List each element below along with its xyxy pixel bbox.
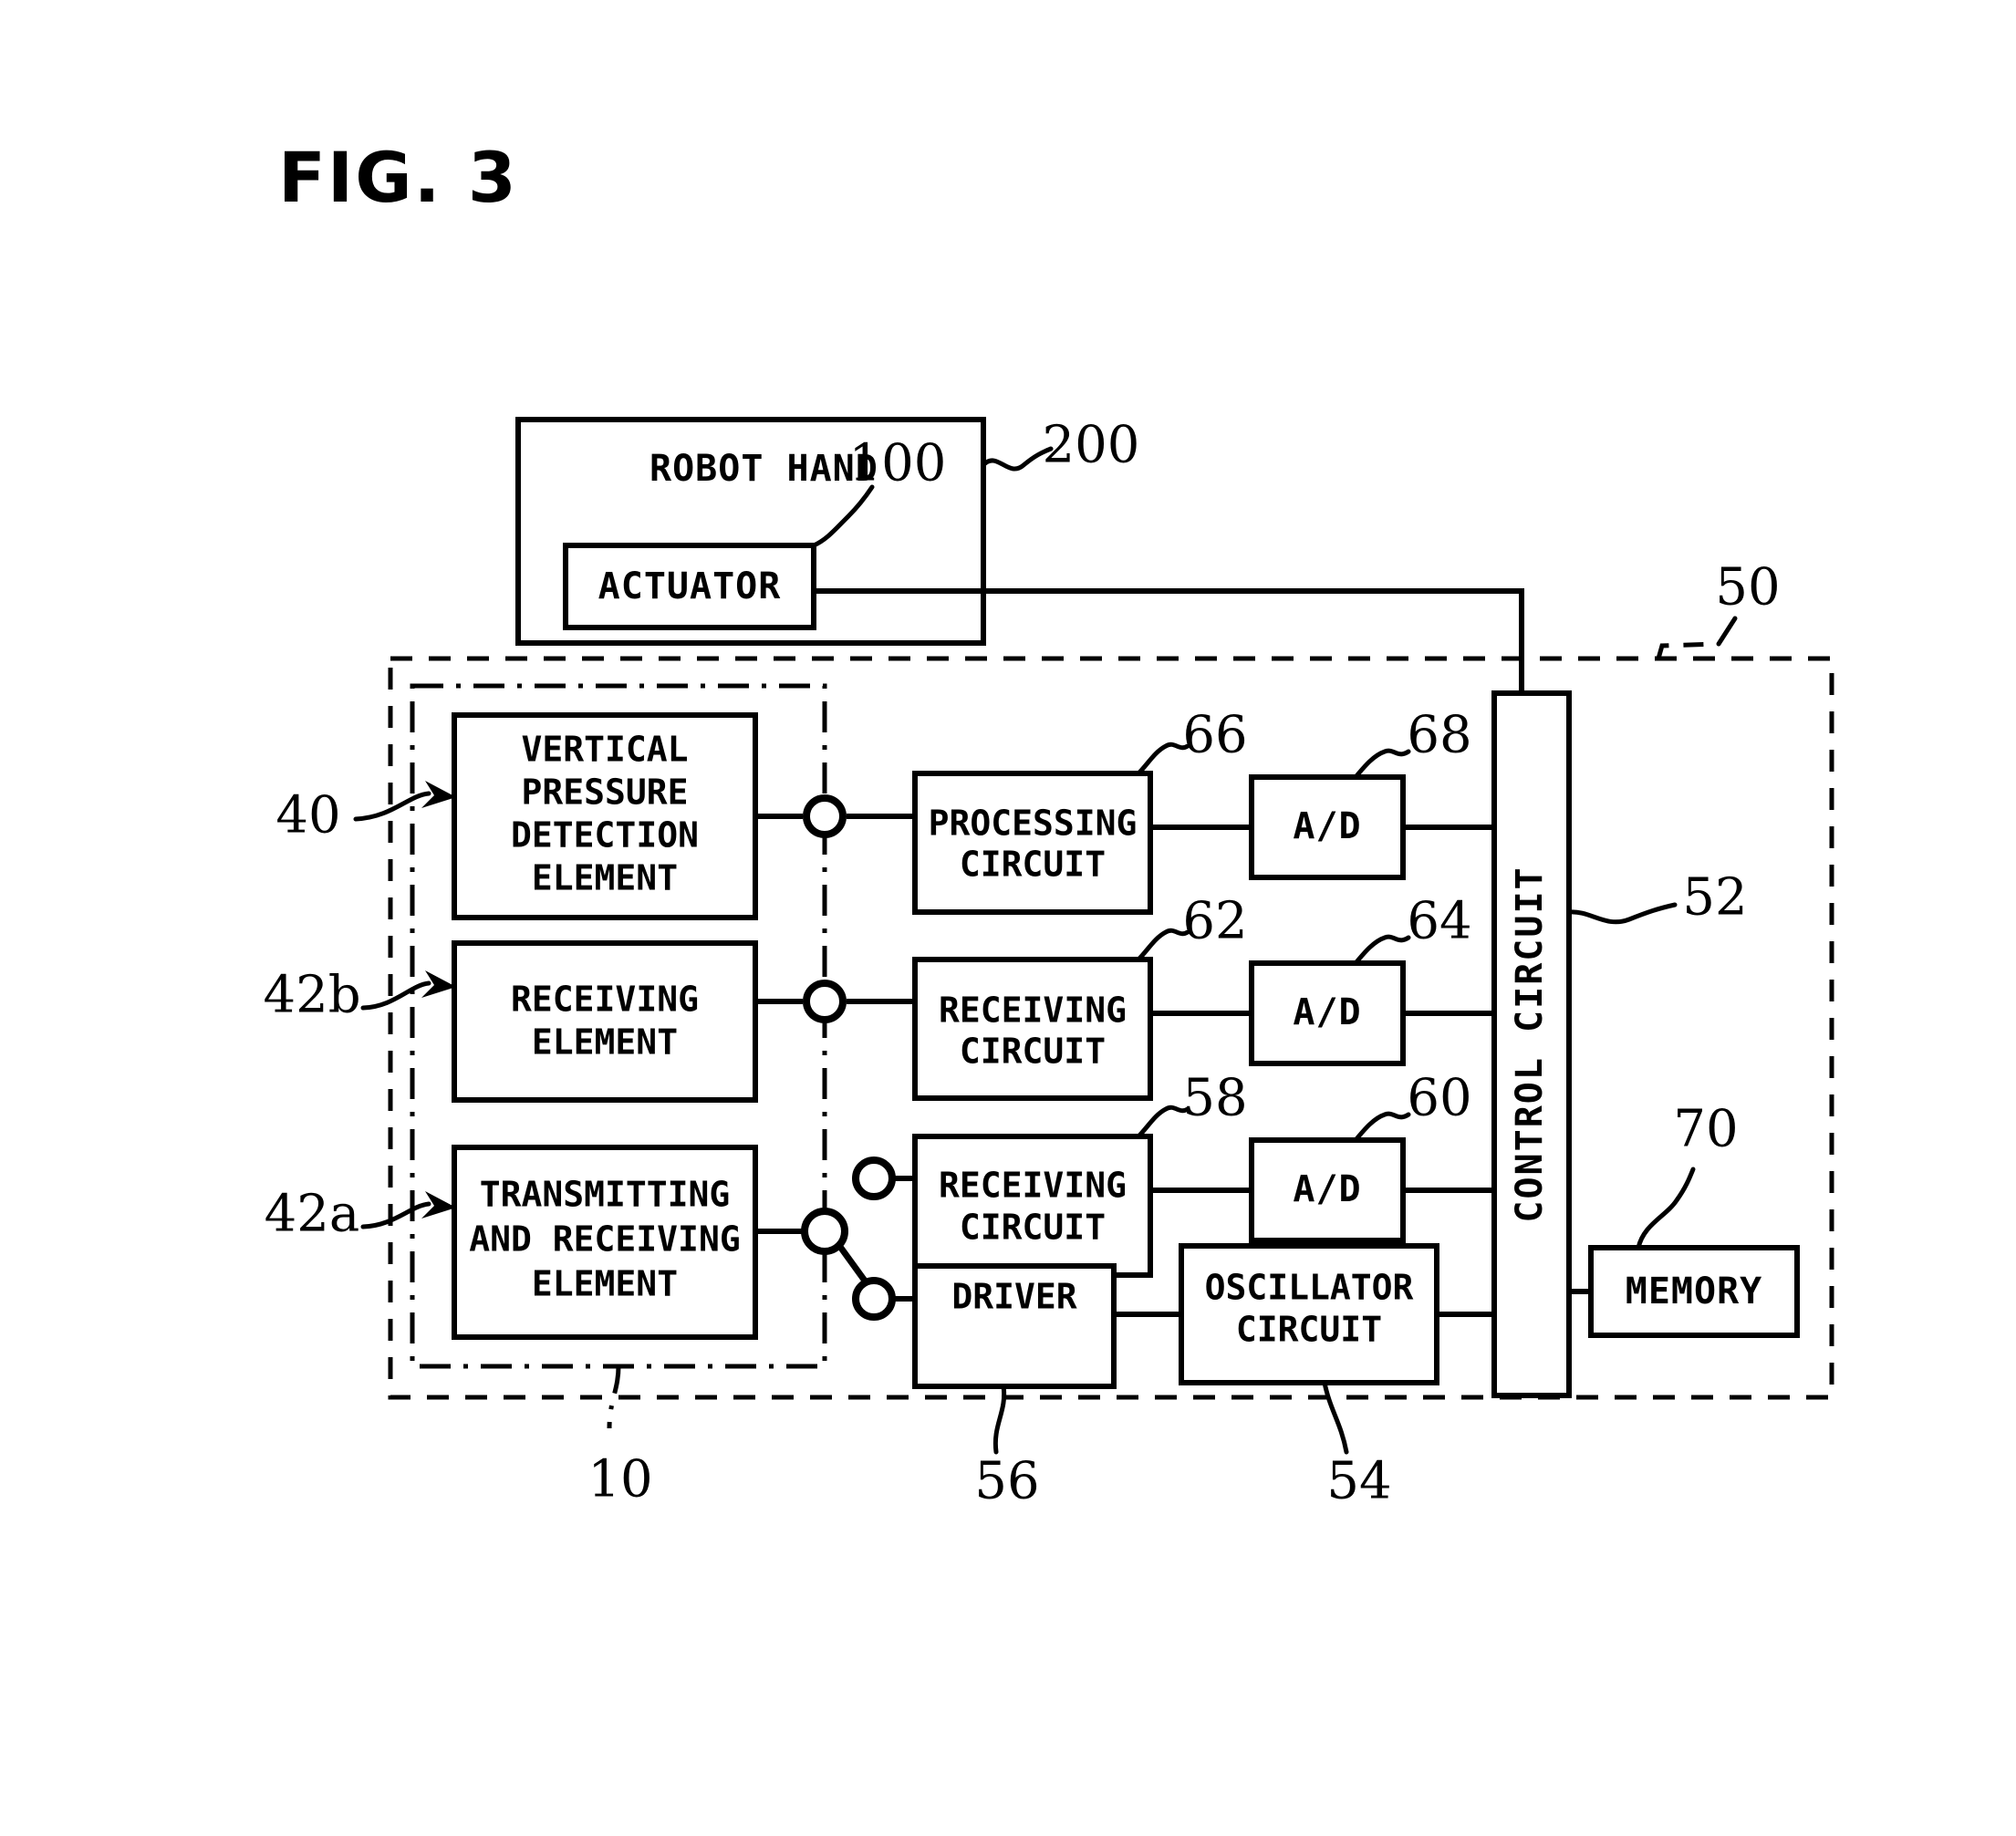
switch-terminal-drive[interactable] <box>852 1277 896 1321</box>
vpde-line-1: VERTICAL <box>521 730 688 770</box>
tre-line-1: TRANSMITTING <box>480 1175 731 1215</box>
ref-54: 54 <box>1326 1452 1391 1511</box>
oscillator-circuit-line-1: OSCILLATOR <box>1205 1268 1414 1308</box>
ref-200-leader <box>982 446 1054 472</box>
receiving-circuit-58-box <box>912 1134 1153 1278</box>
ad-60-label: A/D <box>1293 1168 1361 1210</box>
robot-hand-label: ROBOT HAND <box>649 448 878 490</box>
receiving-circuit-62-line-2: CIRCUIT <box>960 1032 1106 1072</box>
figure-canvas: FIG. 3 ROBOT HAND ACTUATOR 100 200 50 10… <box>0 0 2016 1836</box>
ad-64-label: A/D <box>1293 991 1361 1033</box>
ref-42b-leader <box>360 980 431 1011</box>
receiving-circuit-58-line-2: CIRCUIT <box>960 1208 1106 1248</box>
ref-64-leader <box>1353 934 1411 966</box>
ref-62-leader <box>1136 928 1190 962</box>
ref-62: 62 <box>1182 892 1247 951</box>
processing-circuit-line-2: CIRCUIT <box>960 845 1106 885</box>
ref-60-leader <box>1353 1111 1411 1143</box>
actuator-label: ACTUATOR <box>598 565 782 607</box>
ad-68-label: A/D <box>1293 805 1361 847</box>
ref-42b: 42b <box>263 966 360 1025</box>
ref-66: 66 <box>1182 706 1247 765</box>
ref-64: 64 <box>1407 892 1471 951</box>
driver-label: DRIVER <box>951 1277 1076 1317</box>
ref-70: 70 <box>1673 1100 1738 1159</box>
ref-54-leader <box>1322 1380 1349 1455</box>
ref-50-leader-tip <box>1716 616 1738 647</box>
switch-terminal-receive[interactable] <box>852 1157 896 1200</box>
ref-100: 100 <box>849 434 947 493</box>
ref-50: 50 <box>1715 558 1780 617</box>
ref-42a: 42a <box>265 1185 360 1244</box>
ref-52-leader <box>1566 902 1678 925</box>
ref-58-leader <box>1136 1105 1190 1139</box>
vpde-line-2: PRESSURE <box>521 773 688 813</box>
processing-circuit-line-1: PROCESSING <box>929 804 1138 844</box>
ref-10-leader <box>607 1365 621 1429</box>
patent-figure-svg: FIG. 3 ROBOT HAND ACTUATOR 100 200 50 10… <box>263 137 1834 1511</box>
receiving-element-line-2: ELEMENT <box>532 1022 678 1063</box>
control-circuit-label: CONTROL CIRCUIT <box>1509 866 1551 1222</box>
connector-node-vpde <box>803 794 847 838</box>
ref-68: 68 <box>1407 706 1471 765</box>
ref-70-leader <box>1636 1167 1696 1250</box>
oscillator-circuit-line-2: CIRCUIT <box>1236 1310 1382 1350</box>
receiving-element-line-1: RECEIVING <box>511 980 699 1020</box>
ref-52: 52 <box>1682 868 1747 928</box>
connector-node-receiving-element <box>803 980 847 1023</box>
vpde-line-3: DETECTION <box>511 815 699 856</box>
figure-title: FIG. 3 <box>278 137 518 218</box>
ref-60: 60 <box>1407 1069 1471 1128</box>
ref-68-leader <box>1353 748 1411 780</box>
receiving-circuit-58-line-1: RECEIVING <box>939 1166 1127 1206</box>
ref-66-leader <box>1136 742 1190 776</box>
ref-56: 56 <box>974 1452 1039 1511</box>
ref-200: 200 <box>1043 416 1140 475</box>
ref-42a-leader <box>360 1201 431 1229</box>
switch-common-node[interactable] <box>801 1208 848 1255</box>
tre-line-3: ELEMENT <box>532 1264 678 1304</box>
memory-label: MEMORY <box>1626 1271 1763 1312</box>
tre-line-2: AND RECEIVING <box>469 1219 740 1260</box>
ref-56-leader <box>992 1384 1007 1455</box>
ref-58: 58 <box>1182 1069 1247 1128</box>
ref-40: 40 <box>275 786 340 845</box>
vpde-line-4: ELEMENT <box>532 858 678 898</box>
receiving-circuit-62-line-1: RECEIVING <box>939 991 1127 1031</box>
ref-10: 10 <box>587 1450 652 1509</box>
